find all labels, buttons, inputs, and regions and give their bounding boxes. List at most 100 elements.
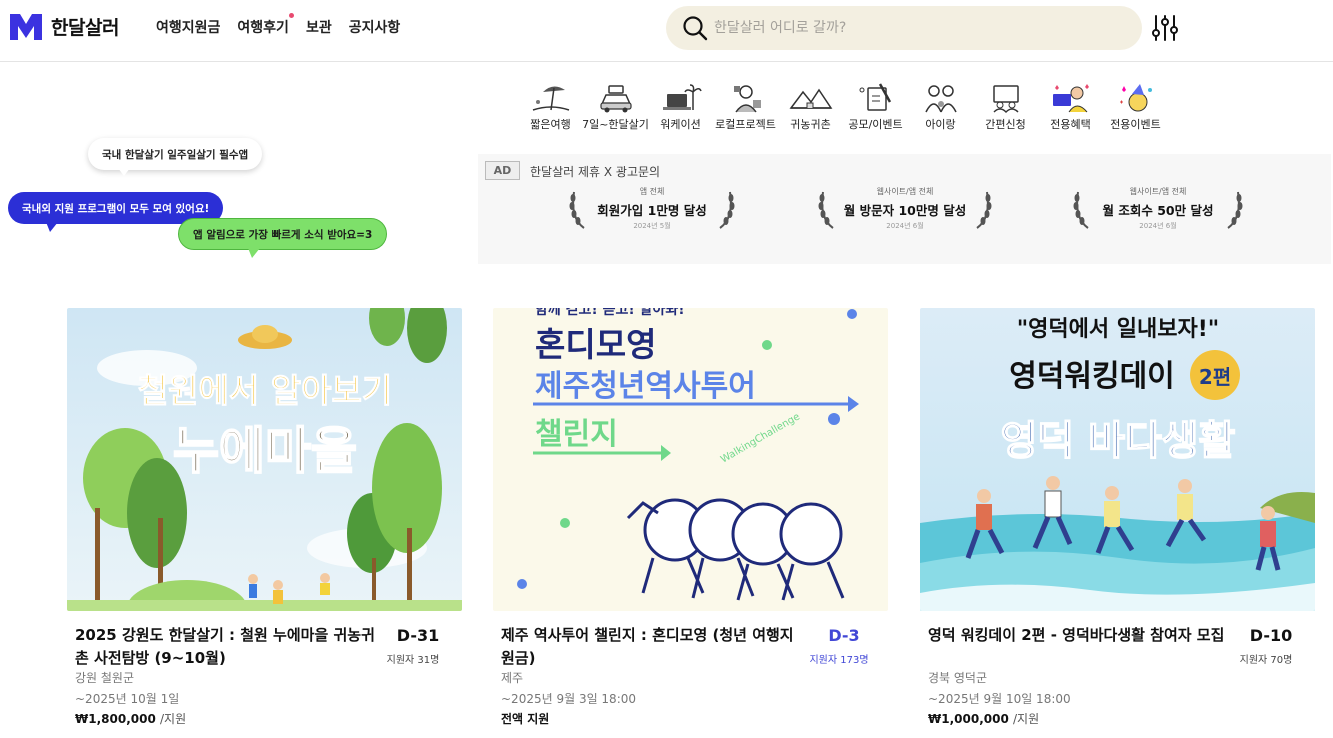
card-applicants: 지원자 70명: [1239, 655, 1293, 666]
bubble-tail: [118, 168, 130, 176]
award-item: 웹사이트/앱 전체 월 방문자 10만명 달성 2024년 6월: [815, 184, 995, 232]
promo-bubble-green: 앱 알림으로 가장 빠르게 소식 받아요=3: [178, 218, 388, 250]
promo-bubble-text: 앱 알림으로 가장 빠르게 소식 받아요=3: [193, 228, 373, 241]
laurel-right-icon: [976, 191, 992, 229]
card-price-value: ₩1,800,000: [75, 712, 156, 726]
card-title[interactable]: 제주 역사투어 챌린지 : 혼디모영 (청년 여행지원금): [501, 624, 806, 670]
program-card[interactable]: 함께 걷고! 듣고! 알아봐! 혼디모영 제주청년역사투어 챌린지 Walkin…: [493, 308, 888, 726]
card-image-episode: 2편: [1199, 365, 1231, 389]
card-deadline: ~2025년 9월 10일 18:00: [928, 692, 1071, 706]
card-price-unit: /지원: [1013, 712, 1040, 726]
category-label: 귀농귀촌: [790, 118, 831, 131]
category-farming-return[interactable]: 귀농귀촌: [778, 82, 843, 132]
category-label: 워케이션: [660, 118, 701, 131]
card-deadline: ~2025년 10월 1일: [75, 692, 180, 706]
card-location: 제주: [501, 671, 524, 685]
nav-item-travel-review[interactable]: 여행후기: [237, 13, 294, 37]
contest-pencil-icon: [859, 83, 891, 111]
cheorwon-village-illustration: 철원에서 알아보기 누에마을: [67, 308, 462, 611]
category-workation[interactable]: 워케이션: [648, 82, 713, 132]
logo-text: 한달살러: [51, 17, 119, 39]
category-label: 간편신청: [985, 118, 1026, 131]
logo-mark-icon: [10, 13, 42, 40]
laptop-palm-icon: [662, 84, 702, 110]
search-input[interactable]: [714, 20, 1094, 36]
search-icon[interactable]: [682, 15, 708, 41]
search-bar[interactable]: [666, 6, 1142, 50]
program-card[interactable]: 철원에서 알아보기 누에마을 2025 강원도 한달살기 : 철원 누에마을 귀…: [67, 308, 462, 726]
card-thumbnail[interactable]: 함께 걷고! 듣고! 알아봐! 혼디모영 제주청년역사투어 챌린지 Walkin…: [493, 308, 888, 611]
card-image-title: 혼디모영: [535, 325, 656, 364]
award-scope: 웹사이트/앱 전체: [876, 186, 934, 196]
promo-bubble-text: 국내외 지원 프로그램이 모두 모여 있어요!: [22, 202, 210, 215]
card-applicants: 지원자 173명: [809, 655, 869, 666]
category-exclusive-event[interactable]: 전용이벤트: [1103, 82, 1168, 132]
promo-bubble-white: 국내 한달살기 일주일살기 필수앱: [88, 138, 263, 170]
award-title: 월 조회수 50만 달성: [1102, 202, 1214, 218]
local-people-icon: [733, 85, 761, 113]
category-bar: 짧은여행 7일~한달살기 워케이션 로컬프로젝트 귀농귀촌 공모/이벤트 아이랑…: [518, 82, 1168, 132]
card-location: 경북 영덕군: [928, 671, 988, 685]
award-title: 월 방문자 10만명 달성: [843, 202, 967, 218]
nav-item-label: 여행후기: [237, 20, 289, 36]
category-label: 7일~한달살기: [582, 118, 649, 131]
card-dday: D-31: [396, 626, 440, 645]
card-price-unit: /지원: [160, 712, 187, 726]
nav-item-notice[interactable]: 공지사항: [349, 17, 401, 37]
award-content: 웹사이트/앱 전체 월 조회수 50만 달성 2024년 6월: [1103, 186, 1214, 231]
category-label: 전용혜택: [1050, 118, 1091, 131]
award-scope: 웹사이트/앱 전체: [1129, 186, 1187, 196]
card-price: ₩1,000,000 /지원: [928, 710, 1039, 727]
category-contest-event[interactable]: 공모/이벤트: [843, 82, 908, 132]
card-price: 전액 지원: [501, 710, 549, 727]
category-label: 로컬프로젝트: [715, 118, 776, 131]
card-image-subtitle: 영덕 바다생활: [1001, 418, 1236, 464]
category-exclusive-benefit[interactable]: 전용혜택: [1038, 82, 1103, 132]
award-date: 2024년 5월: [633, 221, 671, 230]
nav-item-saved[interactable]: 보관: [306, 17, 332, 37]
car-luggage-icon: [599, 85, 632, 113]
card-thumbnail[interactable]: 철원에서 알아보기 누에마을: [67, 308, 462, 611]
card-image-quote: "영덕에서 일내보자!": [1017, 317, 1220, 342]
category-label: 짧은여행: [530, 118, 571, 131]
program-card[interactable]: "영덕에서 일내보자!" 영덕워킹데이 2편 영덕 바다생활 영덕 워킹데이 2…: [920, 308, 1315, 726]
card-image-subtitle: 제주청년역사투어: [535, 369, 756, 404]
award-date: 2024년 6월: [886, 221, 924, 230]
top-header: 한달살러 여행지원금 여행후기 보관 공지사항: [0, 0, 1333, 62]
category-with-kids[interactable]: 아이랑: [908, 82, 973, 132]
exclusive-benefit-icon: [1052, 84, 1089, 113]
category-local-project[interactable]: 로컬프로젝트: [713, 82, 778, 132]
card-dday: D-10: [1249, 626, 1293, 645]
award-date: 2024년 6월: [1139, 221, 1177, 230]
yeongdeok-sea-illustration: "영덕에서 일내보자!" 영덕워킹데이 2편 영덕 바다생활: [920, 308, 1315, 611]
laurel-left-icon: [569, 191, 585, 229]
card-title[interactable]: 영덕 워킹데이 2편 - 영덕바다생활 참여자 모집: [928, 624, 1233, 647]
card-title[interactable]: 2025 강원도 한달살기 : 철원 누에마을 귀농귀촌 사전탐방 (9~10월…: [75, 624, 380, 670]
filter-sliders-icon[interactable]: [1152, 14, 1178, 42]
category-label: 전용이벤트: [1110, 118, 1161, 131]
card-image-challenge: 챌린지: [535, 417, 618, 452]
easy-apply-icon: [992, 85, 1019, 114]
card-location: 강원 철원군: [75, 671, 135, 685]
nav-item-travel-support[interactable]: 여행지원금: [156, 17, 220, 37]
card-dday: D-3: [828, 626, 860, 645]
award-title: 회원가입 1만명 달성: [597, 202, 707, 218]
bubble-tail: [248, 248, 260, 258]
farm-house-icon: [789, 88, 832, 109]
card-thumbnail[interactable]: "영덕에서 일내보자!" 영덕워킹데이 2편 영덕 바다생활: [920, 308, 1315, 611]
category-month-stay[interactable]: 7일~한달살기: [582, 82, 649, 132]
laurel-left-icon: [1073, 191, 1089, 229]
card-price: ₩1,800,000 /지원: [75, 710, 186, 727]
logo[interactable]: 한달살러: [10, 13, 119, 40]
jeju-history-tour-illustration: 함께 걷고! 듣고! 알아봐! 혼디모영 제주청년역사투어 챌린지 Walkin…: [493, 308, 888, 611]
award-content: 앱 전체 회원가입 1만명 달성 2024년 5월: [597, 186, 706, 231]
promo-bubble-text: 국내 한달살기 일주일살기 필수앱: [102, 148, 249, 161]
category-easy-apply[interactable]: 간편신청: [973, 82, 1038, 132]
card-image-tagline: 함께 걷고! 듣고! 알아봐!: [535, 308, 685, 318]
beach-umbrella-icon: [532, 86, 569, 111]
bubble-tail: [46, 222, 58, 232]
ad-banner[interactable]: AD 한달살러 제휴 X 광고문의 앱 전체 회원가입 1만명 달성 2024년…: [478, 154, 1331, 264]
category-short-trip[interactable]: 짧은여행: [518, 82, 583, 132]
card-deadline: ~2025년 9월 3일 18:00: [501, 692, 637, 706]
ad-inquiry-text[interactable]: 한달살러 제휴 X 광고문의: [530, 163, 660, 180]
